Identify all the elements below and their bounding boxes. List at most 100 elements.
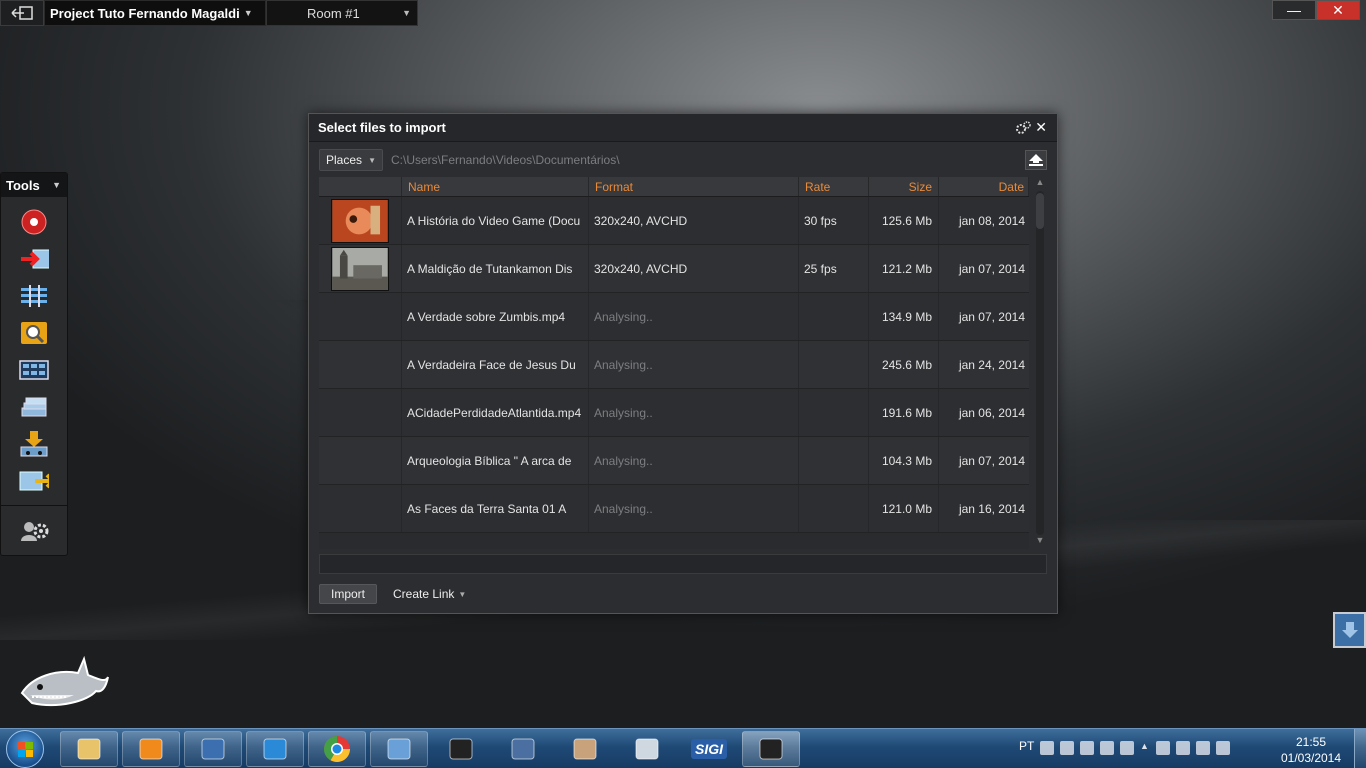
col-format[interactable]: Format — [589, 177, 799, 196]
create-link-dropdown[interactable]: Create Link ▼ — [393, 587, 466, 601]
taskbar-app[interactable] — [556, 731, 614, 767]
tool-layers[interactable] — [19, 395, 49, 419]
tool-search[interactable] — [19, 321, 49, 345]
battery-icon[interactable] — [1176, 741, 1190, 755]
file-format: Analysing.. — [589, 389, 799, 436]
scroll-thumb[interactable] — [1036, 193, 1044, 229]
signal-icon[interactable] — [1196, 741, 1210, 755]
chevron-down-icon: ▼ — [458, 589, 467, 599]
file-rate — [799, 437, 869, 484]
table-scrollbar[interactable]: ▲ ▼ — [1033, 177, 1047, 549]
col-name[interactable]: Name — [402, 177, 589, 196]
import-button[interactable]: Import — [319, 584, 377, 604]
action-center-icon[interactable] — [1156, 741, 1170, 755]
clock-date: 01/03/2014 — [1280, 751, 1342, 765]
minimize-button[interactable]: — — [1272, 0, 1316, 20]
file-format: Analysing.. — [589, 485, 799, 532]
tray-extra-icon[interactable] — [1120, 741, 1134, 755]
back-button[interactable] — [0, 0, 44, 26]
scroll-down-icon[interactable]: ▼ — [1033, 535, 1047, 545]
table-row[interactable]: A Verdade sobre Zumbis.mp4 Analysing.. 134… — [319, 293, 1029, 341]
scroll-up-icon[interactable]: ▲ — [1033, 177, 1047, 187]
file-rate — [799, 389, 869, 436]
gear-icon[interactable] — [1015, 120, 1032, 135]
side-panel-button[interactable] — [1333, 612, 1366, 648]
table-row[interactable]: Arqueologia Bíblica " A arca de Analysing… — [319, 437, 1029, 485]
system-tray: ▲ — [1040, 741, 1230, 755]
file-name: Arqueologia Bíblica " A arca de — [402, 437, 589, 484]
clock[interactable]: 21:55 01/03/2014 — [1276, 734, 1346, 766]
file-name: A Verdade sobre Zumbis.mp4 — [402, 293, 589, 340]
arrow-down-icon — [1341, 622, 1358, 638]
tool-settings[interactable] — [19, 519, 49, 543]
taskbar-app[interactable] — [60, 731, 118, 767]
wireless-icon[interactable] — [1100, 741, 1114, 755]
taskbar-app[interactable] — [618, 731, 676, 767]
file-rate — [799, 485, 869, 532]
file-name: A Maldição de Tutankamon Dis — [402, 245, 589, 292]
start-button[interactable] — [6, 730, 44, 768]
close-button[interactable]: ✕ — [1316, 0, 1360, 20]
pin-icon[interactable]: ▼ — [52, 180, 61, 190]
dialog-titlebar: Select files to import ✕ — [309, 114, 1057, 142]
room-selector[interactable]: Room #1 ▼ — [266, 0, 418, 26]
file-size: 125.6 Mb — [869, 197, 939, 244]
volume-icon[interactable] — [1216, 741, 1230, 755]
show-hidden-icons[interactable]: ▲ — [1140, 741, 1150, 755]
file-rate — [799, 341, 869, 388]
thumbnail-cell — [319, 341, 402, 388]
table-row[interactable]: A Verdadeira Face de Jesus Du Analysing..… — [319, 341, 1029, 389]
table-row[interactable]: ACidadePerdidadeAtlantida.mp4 Analysing..… — [319, 389, 1029, 437]
file-name: A Verdadeira Face de Jesus Du — [402, 341, 589, 388]
chevron-down-icon: ▼ — [368, 155, 376, 165]
tray-app-icon[interactable] — [1060, 741, 1074, 755]
keyboard-icon[interactable] — [1040, 741, 1054, 755]
thumbnail-cell — [319, 389, 402, 436]
taskbar-app[interactable] — [184, 731, 242, 767]
tool-timeline[interactable] — [19, 284, 49, 308]
table-body: A História do Video Game (Docu 320x240, A… — [319, 197, 1029, 533]
tool-export[interactable] — [19, 469, 49, 493]
network-app-icon[interactable] — [1080, 741, 1094, 755]
language-indicator[interactable]: PT — [1019, 739, 1034, 753]
folder-up-icon — [1029, 154, 1043, 166]
file-size: 134.9 Mb — [869, 293, 939, 340]
taskbar-app[interactable] — [432, 731, 490, 767]
tool-import[interactable] — [19, 247, 49, 271]
show-desktop-button[interactable] — [1354, 729, 1366, 768]
parent-folder-button[interactable] — [1025, 150, 1047, 170]
file-date: jan 07, 2014 — [958, 261, 1025, 276]
taskbar: SIGI PT ▲ 21:55 01/03/2014 — [0, 728, 1366, 768]
pencil-app-icon — [511, 738, 535, 760]
col-date[interactable]: Date — [939, 177, 1029, 196]
tool-download[interactable] — [19, 431, 49, 457]
file-name: ACidadePerdidadeAtlantida.mp4 — [402, 389, 589, 436]
places-dropdown[interactable]: Places ▼ — [319, 149, 383, 171]
scroll-track[interactable] — [1036, 191, 1044, 535]
project-selector[interactable]: Project Tuto Fernando Magaldi ▼ — [44, 0, 266, 26]
tool-grid[interactable] — [19, 358, 49, 382]
top-bar: Project Tuto Fernando Magaldi ▼ Room #1 … — [0, 0, 418, 26]
table-row[interactable]: A Maldição de Tutankamon Dis 320x240, AVC… — [319, 245, 1029, 293]
table-row[interactable]: A História do Video Game (Docu 320x240, A… — [319, 197, 1029, 245]
dialog-close-icon[interactable]: ✕ — [1035, 119, 1047, 136]
layers-icon — [21, 397, 47, 417]
tool-record[interactable] — [19, 209, 49, 235]
taskbar-app[interactable] — [246, 731, 304, 767]
taskbar-app[interactable] — [370, 731, 428, 767]
table-row[interactable]: As Faces da Terra Santa 01 A Analysing.. 1… — [319, 485, 1029, 533]
file-date: jan 16, 2014 — [958, 501, 1025, 516]
taskbar-app[interactable] — [742, 731, 800, 767]
col-size[interactable]: Size — [869, 177, 939, 196]
taskbar-app[interactable] — [494, 731, 552, 767]
path-field[interactable]: C:\Users\Fernando\Videos\Documentários\ — [391, 153, 1025, 167]
thumbnail-cell — [319, 293, 402, 340]
taskbar-app[interactable] — [122, 731, 180, 767]
file-table: Name Format Rate Size Date A História do… — [319, 177, 1029, 549]
internet-explorer-icon — [263, 738, 287, 760]
taskbar-app[interactable] — [308, 731, 366, 767]
minimize-icon: — — [1287, 2, 1301, 18]
taskbar-app[interactable]: SIGI — [680, 731, 738, 767]
col-rate[interactable]: Rate — [799, 177, 869, 196]
file-size: 121.2 Mb — [869, 245, 939, 292]
